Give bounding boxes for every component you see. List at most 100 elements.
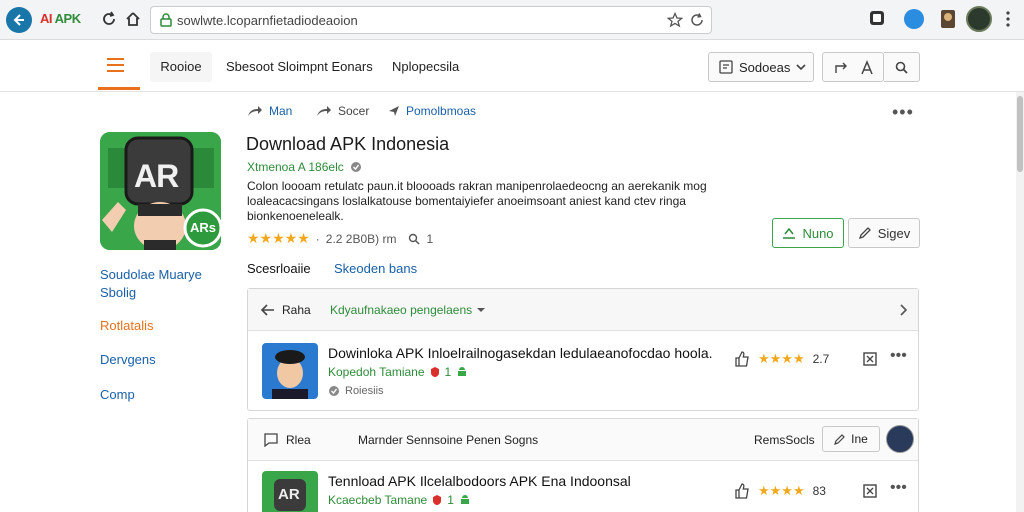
install-button[interactable]: Nuno	[772, 218, 844, 248]
breadcrumb-item-3[interactable]: Pomolbmoas	[388, 104, 476, 118]
back-button[interactable]	[6, 7, 32, 33]
home-icon[interactable]	[124, 10, 142, 28]
rating-count: 1	[426, 231, 434, 246]
sidebar-item-1-line-1: Soudolae Muarye	[100, 267, 202, 282]
view-toggle-group[interactable]	[822, 52, 884, 82]
app-developer-label: Xtmenoa A 186elc	[247, 160, 344, 174]
arrow-left-icon	[13, 14, 24, 26]
item-rating: ★★★★ 2.7	[734, 351, 829, 367]
sidebar-item-1[interactable]: Soudolae Muarye Sbolig	[100, 266, 202, 302]
item-stars: ★★★★	[758, 351, 805, 366]
caret-down-icon[interactable]	[476, 305, 486, 315]
similar-apps-card: Rlea Marnder Sennsoine Penen Sogns RemsS…	[247, 418, 919, 512]
address-bar[interactable]: sowlwte.lcoparnfietadiodeaoion	[150, 6, 712, 34]
extension-icon[interactable]	[868, 9, 886, 27]
sort-dropdown[interactable]: Sodoeas	[708, 52, 814, 82]
rating-dot: ·	[315, 231, 320, 246]
rating-stars: ★★★★★	[247, 230, 310, 246]
back-arrow-icon[interactable]	[260, 303, 276, 317]
sort-icon	[719, 60, 733, 74]
search-icon	[895, 61, 908, 74]
font-size-icon[interactable]	[859, 60, 875, 76]
browser-toolbar: AI APK sowlwte.lcoparnfietadiodeaoion	[0, 0, 1024, 40]
card2-head-mid: Marnder Sennsoine Penen Sogns	[358, 433, 539, 447]
item-score: 2.7	[812, 352, 830, 366]
nav-tab-third[interactable]: Nplopecsila	[392, 59, 459, 74]
sidebar-item-4[interactable]: Comp	[100, 387, 135, 402]
chevron-down-icon	[796, 64, 806, 71]
list-item[interactable]: Dowinloka APK Inloelrailnogasekdan ledul…	[248, 339, 918, 403]
share-arrow-icon	[248, 106, 262, 116]
card-filter-label[interactable]: Kdyaufnakaeo pengelaens	[330, 303, 472, 317]
nav-tab-second[interactable]: Sbesoot Sloimpnt Eonars	[226, 59, 373, 74]
item-stars: ★★★★	[758, 483, 805, 498]
app-title: Download APK Indonesia	[246, 134, 450, 154]
nav-tab-home[interactable]: Rooioe	[150, 52, 212, 82]
scrollbar-thumb[interactable]	[1017, 96, 1023, 172]
breadcrumb-label-1: Man	[269, 104, 293, 118]
sidebar-item-2[interactable]: Rotlatalis	[100, 318, 153, 333]
card2-action-label: Ine	[851, 432, 868, 446]
profile-avatar[interactable]	[966, 6, 992, 32]
chevron-right-icon[interactable]	[898, 303, 908, 317]
menu-line	[107, 58, 124, 60]
list-item[interactable]: AR Tennload APK Ilcelalbodoors APK Ena I…	[248, 469, 918, 512]
item-developer: Kcaecbeb Tamane 1	[328, 493, 471, 507]
more-options-icon[interactable]: •••	[892, 102, 914, 123]
item-more-icon[interactable]: •••	[890, 479, 907, 497]
brand-part-1: AI	[40, 11, 53, 26]
item-more-icon[interactable]: •••	[890, 347, 907, 365]
android-icon	[458, 367, 467, 376]
brand-part-2: APK	[54, 11, 81, 26]
bookmark-star-icon[interactable]	[667, 12, 683, 28]
extension-blue-icon[interactable]	[904, 9, 924, 29]
app-icon-text: AR	[134, 158, 179, 194]
breadcrumb-item-2[interactable]: Socer	[316, 104, 369, 118]
card2-action-button[interactable]: Ine	[822, 426, 880, 452]
refresh-page-icon[interactable]	[689, 12, 705, 28]
user-avatar[interactable]	[886, 425, 914, 453]
breadcrumb-item-1[interactable]: Man	[247, 104, 292, 118]
related-apps-card: Raha Kdyaufnakaeo pengelaens Dowinloka A…	[247, 288, 919, 411]
app-developer[interactable]: Xtmenoa A 186elc	[247, 160, 362, 174]
item-sub-count: 1	[447, 493, 454, 507]
card2-head-right[interactable]: RemsSocls	[754, 433, 815, 447]
bookmark-icon[interactable]	[862, 483, 878, 499]
app-rating: ★★★★★ · 2.2 2B0B) rm 1	[247, 230, 433, 247]
item-title[interactable]: Dowinloka APK Inloelrailnogasekdan ledul…	[328, 345, 713, 361]
app-icon: AR ARs	[100, 132, 221, 250]
rating-text: 2.2 2B0B) rm	[325, 231, 397, 246]
card-header: Raha Kdyaufnakaeo pengelaens	[248, 289, 918, 331]
share-arrow-icon	[317, 106, 331, 116]
breadcrumb-label-2: Socer	[338, 104, 370, 118]
tab-overview[interactable]: Scesrloaiie	[247, 261, 311, 276]
thumbs-up-icon[interactable]	[734, 351, 750, 367]
share-button[interactable]: Sigev	[848, 218, 920, 248]
browser-menu-icon[interactable]	[1004, 10, 1012, 28]
site-navigation: Rooioe Sbesoot Sloimpnt Eonars Nplopecsi…	[0, 40, 1024, 92]
share-icon[interactable]	[833, 60, 849, 76]
card-back-label[interactable]: Raha	[282, 303, 311, 317]
site-brand[interactable]: AI APK	[40, 11, 81, 26]
download-icon	[783, 227, 796, 239]
item-meta: Roiesiis	[328, 385, 384, 397]
menu-button[interactable]	[98, 50, 140, 90]
extension-badge-icon[interactable]	[940, 9, 956, 29]
pencil-icon	[834, 434, 846, 445]
item-thumbnail: AR	[262, 471, 318, 512]
tab-second[interactable]: Skeoden bans	[334, 261, 417, 276]
card2-head-left[interactable]: Rlea	[286, 433, 311, 447]
verified-icon	[350, 162, 361, 172]
item-developer-label: Kopedoh Tamiane	[328, 365, 425, 379]
check-circle-icon	[329, 386, 339, 396]
bookmark-icon[interactable]	[862, 351, 878, 367]
thumbs-up-icon[interactable]	[734, 483, 750, 499]
android-icon	[460, 495, 469, 504]
pencil-icon	[858, 227, 871, 240]
search-button[interactable]	[884, 52, 920, 82]
reload-icon[interactable]	[100, 10, 118, 28]
item-score: 83	[812, 484, 826, 498]
item-title[interactable]: Tennload APK Ilcelalbodoors APK Ena Indo…	[328, 473, 631, 489]
sidebar-item-3[interactable]: Dervgens	[100, 352, 156, 367]
search-small-icon	[409, 233, 420, 245]
